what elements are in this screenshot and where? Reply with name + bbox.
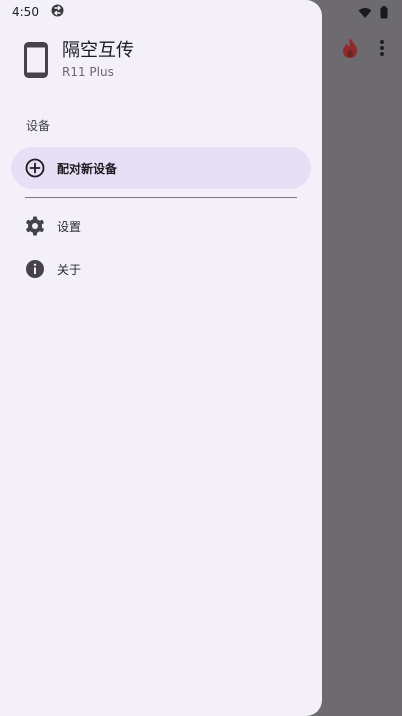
pair-new-device-label: 配对新设备 bbox=[57, 161, 118, 176]
smartphone-icon bbox=[24, 42, 52, 82]
device-name: R11 Plus bbox=[62, 65, 114, 79]
battery-icon bbox=[380, 4, 388, 23]
info-icon bbox=[24, 258, 46, 280]
more-vert-icon bbox=[379, 39, 385, 61]
section-title-devices: 设备 bbox=[26, 119, 51, 133]
navigation-drawer: 4:50 隔空互传 R11 Plus 设备 配对新设备 设置 关于 bbox=[0, 0, 322, 716]
pair-new-device-item[interactable]: 配对新设备 bbox=[11, 147, 311, 189]
app-title: 隔空互传 bbox=[62, 40, 134, 61]
add-circle-icon bbox=[24, 157, 46, 179]
gear-icon bbox=[24, 215, 46, 237]
settings-item[interactable]: 设置 bbox=[24, 214, 81, 238]
divider bbox=[25, 197, 297, 198]
wifi-icon bbox=[358, 4, 372, 23]
status-time: 4:50 bbox=[12, 5, 39, 19]
flame-icon bbox=[341, 37, 359, 63]
settings-label: 设置 bbox=[57, 219, 82, 234]
status-bar: 4:50 bbox=[12, 4, 64, 20]
drawer-header: 隔空互传 R11 Plus bbox=[24, 40, 134, 82]
sync-circle-icon bbox=[51, 4, 64, 20]
flame-button[interactable] bbox=[338, 38, 362, 62]
more-options-button[interactable] bbox=[370, 38, 394, 62]
status-icons-right bbox=[358, 4, 388, 23]
about-item[interactable]: 关于 bbox=[24, 257, 81, 281]
about-label: 关于 bbox=[57, 262, 82, 277]
